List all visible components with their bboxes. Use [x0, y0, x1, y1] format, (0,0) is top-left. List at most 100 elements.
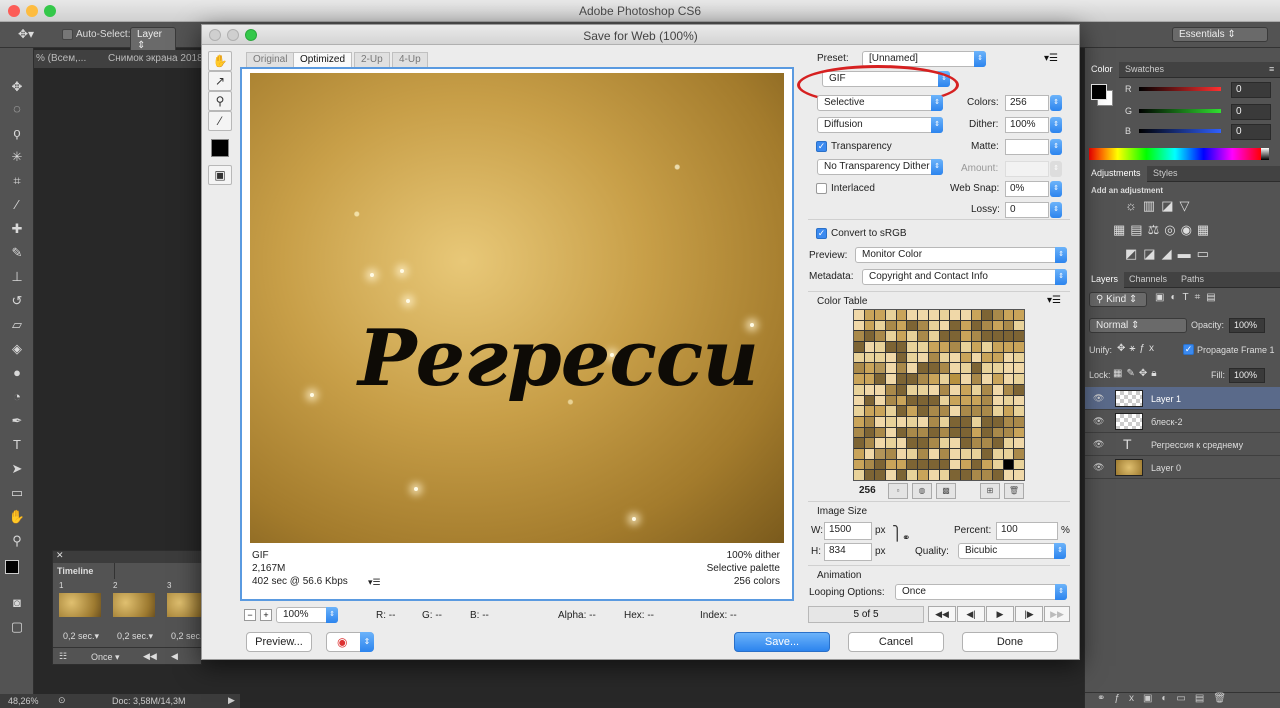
color-table-swatch[interactable]	[939, 427, 950, 438]
metadata-select[interactable]: Copyright and Contact Info ⇕	[862, 269, 1067, 285]
color-table-swatch[interactable]	[854, 352, 864, 363]
color-table-swatch[interactable]	[950, 448, 960, 459]
color-table-swatch[interactable]	[960, 470, 971, 480]
tab-4-up[interactable]: 4-Up	[392, 52, 428, 67]
color-table-swatch[interactable]	[960, 438, 971, 448]
color-table-swatch[interactable]	[960, 331, 971, 342]
blue-gradient[interactable]	[1139, 129, 1221, 133]
paint-bucket-icon[interactable]: ◈	[8, 340, 26, 358]
color-table-swatch[interactable]	[982, 427, 992, 438]
color-table-swatch[interactable]	[907, 374, 918, 384]
color-table-swatch[interactable]	[907, 331, 918, 342]
layer-row-layer-0[interactable]: 👁︎ Layer 0	[1085, 456, 1280, 479]
layer-row-text[interactable]: 👁︎ T Регрессия к среднему	[1085, 433, 1280, 456]
play-button[interactable]: ▶	[986, 606, 1014, 622]
color-table-swatch[interactable]	[875, 448, 886, 459]
layers-footer-icons[interactable]: ⚭ƒx▣◐▭▤🗑︎	[1085, 692, 1280, 708]
color-table-swatch[interactable]	[971, 320, 982, 331]
color-table-swatch[interactable]	[982, 470, 992, 480]
color-table-swatch[interactable]	[896, 363, 907, 374]
color-table-swatch[interactable]	[992, 384, 1003, 395]
brush-tool-icon[interactable]: ✎	[8, 244, 26, 262]
color-table-swatch[interactable]	[928, 342, 939, 352]
color-table-menu-icon[interactable]: ▾☰	[1047, 295, 1061, 306]
zoom-level[interactable]: 48,26%	[8, 696, 39, 706]
blue-slider-row[interactable]: B 0	[1091, 124, 1277, 140]
eyedropper-color-swatch[interactable]	[211, 139, 229, 157]
optimize-menu-icon[interactable]: ▾☰	[1044, 53, 1058, 64]
color-table-swatch[interactable]	[928, 363, 939, 374]
color-table-swatch[interactable]	[1014, 438, 1024, 448]
healing-brush-icon[interactable]: ✚	[8, 220, 26, 238]
color-table-swatch[interactable]	[854, 395, 864, 406]
tab-adjustments[interactable]: Adjustments	[1085, 166, 1147, 182]
color-table-swatch[interactable]	[854, 406, 864, 416]
color-table-swatch[interactable]	[992, 459, 1003, 470]
color-table-swatch[interactable]	[1014, 331, 1024, 342]
color-table-swatch[interactable]	[1014, 406, 1024, 416]
color-table-swatch[interactable]	[992, 310, 1003, 320]
lossy-input[interactable]: 0 ⇕	[1005, 202, 1062, 218]
zoom-out-button[interactable]: −	[244, 609, 256, 621]
color-table-swatch[interactable]	[918, 331, 928, 342]
color-table-swatch[interactable]	[886, 459, 896, 470]
color-table-swatch[interactable]	[950, 470, 960, 480]
color-table-swatch[interactable]	[1003, 406, 1014, 416]
tab-layers[interactable]: Layers	[1085, 272, 1125, 288]
color-table-swatch[interactable]	[1003, 416, 1014, 427]
color-table-swatch[interactable]	[886, 406, 896, 416]
color-table-swatch[interactable]	[918, 374, 928, 384]
tab-paths[interactable]: Paths	[1175, 272, 1210, 288]
close-panel-icon[interactable]: ✕	[56, 550, 64, 561]
color-table-swatch[interactable]	[1014, 448, 1024, 459]
color-table-swatch[interactable]	[960, 363, 971, 374]
hand-tool-icon[interactable]: ✋	[208, 51, 232, 71]
color-table-swatch[interactable]	[1003, 459, 1014, 470]
color-table-swatch[interactable]	[907, 459, 918, 470]
adjustment-icons-row-1[interactable]: ☼▥◪▽	[1125, 198, 1265, 214]
path-selection-icon[interactable]: ➤	[8, 460, 26, 478]
color-table-swatch[interactable]	[864, 470, 875, 480]
color-table-swatch[interactable]	[950, 406, 960, 416]
color-table-swatch[interactable]	[982, 438, 992, 448]
color-table-swatch[interactable]	[1003, 374, 1014, 384]
red-slider-row[interactable]: R 0	[1091, 82, 1277, 98]
save-button[interactable]: Save...	[734, 632, 830, 652]
tab-color[interactable]: Color	[1085, 62, 1119, 78]
toggle-slices-icon[interactable]: ▣	[208, 165, 232, 185]
color-table-swatch[interactable]	[896, 384, 907, 395]
height-input[interactable]: 834	[824, 543, 872, 561]
stamp-tool-icon[interactable]: ⊥	[8, 268, 26, 286]
color-table-swatch[interactable]	[939, 448, 950, 459]
layer-filter-icons[interactable]: ▣◐T⌗▤	[1155, 292, 1275, 303]
delete-color-icon[interactable]: 🗑︎	[1004, 483, 1024, 499]
color-table-swatch[interactable]	[886, 384, 896, 395]
color-table-swatch[interactable]	[864, 416, 875, 427]
color-table-swatch[interactable]	[907, 470, 918, 480]
tab-optimized[interactable]: Optimized	[293, 52, 353, 67]
color-table-swatch[interactable]	[992, 438, 1003, 448]
color-table-swatch[interactable]	[960, 310, 971, 320]
color-table-swatch[interactable]	[864, 374, 875, 384]
last-frame-button[interactable]: ▶▶	[1044, 606, 1070, 622]
previous-frame-button[interactable]: ◀|	[957, 606, 985, 622]
color-table-swatch[interactable]	[875, 342, 886, 352]
color-table-swatch[interactable]	[982, 459, 992, 470]
color-table-swatch[interactable]	[971, 310, 982, 320]
color-table-swatch[interactable]	[854, 310, 864, 320]
color-table-swatch[interactable]	[960, 459, 971, 470]
color-table-swatch[interactable]	[960, 448, 971, 459]
color-table-swatch[interactable]	[950, 416, 960, 427]
color-table-swatch[interactable]	[939, 352, 950, 363]
color-table-swatch[interactable]	[1003, 342, 1014, 352]
chain-link-icon[interactable]: ⚭	[902, 533, 910, 544]
color-table-swatch[interactable]	[896, 374, 907, 384]
color-table-swatch[interactable]	[939, 395, 950, 406]
color-table-swatch[interactable]	[939, 363, 950, 374]
color-table-swatch[interactable]	[950, 352, 960, 363]
gray-ramp[interactable]	[1261, 148, 1269, 160]
green-gradient[interactable]	[1139, 109, 1221, 113]
color-table-swatch[interactable]	[950, 363, 960, 374]
color-table-swatch[interactable]	[971, 406, 982, 416]
color-table-swatch[interactable]	[918, 470, 928, 480]
